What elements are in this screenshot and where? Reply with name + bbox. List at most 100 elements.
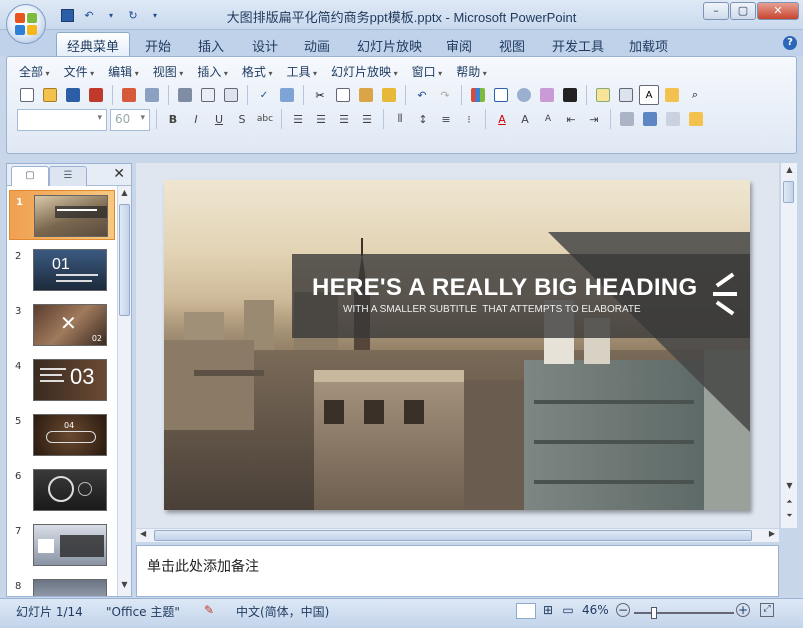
bullets-icon[interactable]: ⁝: [459, 109, 479, 129]
spell-check-icon[interactable]: ✎: [204, 603, 220, 617]
layout-icon[interactable]: [221, 85, 241, 105]
attach-icon[interactable]: [142, 85, 162, 105]
shadow-icon[interactable]: S: [232, 109, 252, 129]
panel-scrollbar[interactable]: ▲ ▼: [117, 186, 131, 596]
font-color-icon[interactable]: A: [492, 109, 512, 129]
slide-canvas[interactable]: HERE'S A REALLY BIG HEADING WITH A SMALL…: [164, 180, 750, 510]
justify-icon[interactable]: ☰: [357, 109, 377, 129]
tab-design[interactable]: 设计: [252, 36, 278, 55]
zoom-slider[interactable]: [634, 607, 734, 619]
save-icon[interactable]: [63, 85, 83, 105]
copy-icon[interactable]: [333, 85, 353, 105]
scroll-up-icon[interactable]: ▲: [783, 165, 796, 178]
tab-developer[interactable]: 开发工具: [552, 36, 604, 55]
office-button[interactable]: [6, 4, 46, 44]
underline-icon[interactable]: U: [209, 109, 229, 129]
slide-sorter-icon[interactable]: ⊞: [538, 603, 558, 619]
align-right-icon[interactable]: ☰: [334, 109, 354, 129]
minimize-button[interactable]: –: [703, 2, 729, 20]
fill-color-icon[interactable]: [560, 85, 580, 105]
tab-home[interactable]: 开始: [145, 36, 171, 55]
slide-thumbnail[interactable]: 4 03: [9, 355, 115, 405]
undo-icon[interactable]: ↶: [412, 85, 432, 105]
tab-addins[interactable]: 加载项: [629, 36, 668, 55]
slide-thumbnail[interactable]: 2 01: [9, 245, 115, 295]
print-preview-icon[interactable]: [198, 85, 218, 105]
bold-icon[interactable]: B: [163, 109, 183, 129]
email-icon[interactable]: [119, 85, 139, 105]
new-icon[interactable]: [17, 85, 37, 105]
zoom-in-icon[interactable]: +: [736, 603, 750, 617]
permission-icon[interactable]: [86, 85, 106, 105]
panel-close-icon[interactable]: ✕: [113, 166, 125, 182]
normal-view-icon[interactable]: [516, 603, 536, 619]
clipart-icon[interactable]: [514, 85, 534, 105]
slide-thumbnail[interactable]: 1: [9, 190, 115, 240]
slide-thumbnail[interactable]: 7: [9, 520, 115, 570]
tab-view[interactable]: 视图: [499, 36, 525, 55]
menu-insert[interactable]: 插入: [197, 63, 228, 80]
slide-heading[interactable]: HERE'S A REALLY BIG HEADING: [312, 274, 697, 302]
help-icon[interactable]: ?: [783, 36, 797, 50]
align-center-icon[interactable]: ☰: [311, 109, 331, 129]
next-slide-icon[interactable]: ⏷: [783, 511, 796, 524]
menu-window[interactable]: 窗口: [412, 63, 443, 80]
slide-vertical-scrollbar[interactable]: ▲ ▼ ⏶ ⏷: [780, 163, 797, 528]
shrink-font-icon[interactable]: A: [538, 109, 558, 129]
picture-icon[interactable]: [537, 85, 557, 105]
menu-format[interactable]: 格式: [242, 63, 273, 80]
outline-tab[interactable]: ☰: [49, 166, 87, 186]
decrease-indent-icon[interactable]: ⇤: [561, 109, 581, 129]
research-icon[interactable]: [277, 85, 297, 105]
folder-icon[interactable]: [662, 85, 682, 105]
zoom-slider-thumb[interactable]: [651, 607, 657, 619]
maximize-button[interactable]: ▢: [730, 2, 756, 20]
print-icon[interactable]: [175, 85, 195, 105]
line-spacing-icon[interactable]: ↕: [413, 109, 433, 129]
fit-to-window-icon[interactable]: ⤢: [760, 603, 774, 617]
menu-all[interactable]: 全部: [19, 63, 50, 80]
previous-slide-icon[interactable]: ⏶: [783, 497, 796, 510]
scroll-down-icon[interactable]: ▼: [118, 580, 131, 593]
char-spacing-icon[interactable]: abc: [255, 109, 275, 129]
spelling-icon[interactable]: ✓: [254, 85, 274, 105]
align-left-icon[interactable]: ☰: [288, 109, 308, 129]
font-name-combo[interactable]: [17, 109, 107, 131]
tab-insert[interactable]: 插入: [198, 36, 224, 55]
menu-slideshow[interactable]: 幻灯片放映: [331, 63, 398, 80]
scroll-down-icon[interactable]: ▼: [783, 481, 796, 494]
shapes-icon[interactable]: [617, 109, 637, 129]
open-icon[interactable]: [40, 85, 60, 105]
menu-file[interactable]: 文件: [64, 63, 95, 80]
menu-edit[interactable]: 编辑: [108, 63, 139, 80]
arrange-icon[interactable]: [640, 109, 660, 129]
quick-styles-icon[interactable]: [663, 109, 683, 129]
menu-help[interactable]: 帮助: [456, 63, 487, 80]
scrollbar-thumb[interactable]: [783, 181, 794, 203]
zoom-level[interactable]: 46%: [582, 603, 609, 617]
paste-icon[interactable]: [356, 85, 376, 105]
scroll-left-icon[interactable]: ◀: [140, 529, 146, 538]
columns-icon[interactable]: ⫴: [390, 109, 410, 129]
textbox-icon[interactable]: A: [639, 85, 659, 105]
chart-icon[interactable]: [468, 85, 488, 105]
scroll-up-icon[interactable]: ▲: [118, 188, 131, 201]
close-button[interactable]: ✕: [757, 2, 799, 20]
table-icon[interactable]: [491, 85, 511, 105]
tab-slideshow[interactable]: 幻灯片放映: [357, 36, 422, 55]
grow-font-icon[interactable]: A: [515, 109, 535, 129]
language-indicator[interactable]: 中文(简体，中国): [236, 603, 329, 620]
redo-icon[interactable]: ↷: [435, 85, 455, 105]
numbering-icon[interactable]: ≡: [436, 109, 456, 129]
tab-animation[interactable]: 动画: [304, 36, 330, 55]
italic-icon[interactable]: I: [186, 109, 206, 129]
slide-thumbnail[interactable]: 5 04: [9, 410, 115, 460]
slide-thumbnail[interactable]: 6: [9, 465, 115, 515]
notes-pane[interactable]: 单击此处添加备注: [136, 545, 779, 597]
tab-review[interactable]: 审阅: [446, 36, 472, 55]
font-size-combo[interactable]: 60: [110, 109, 150, 131]
slides-tab[interactable]: ▢: [11, 166, 49, 186]
slide-subtitle[interactable]: WITH A SMALLER SUBTITLE THAT ATTEMPTS TO…: [343, 304, 641, 315]
zoom-out-icon[interactable]: −: [616, 603, 630, 617]
slide-thumbnail[interactable]: 8: [9, 575, 115, 596]
